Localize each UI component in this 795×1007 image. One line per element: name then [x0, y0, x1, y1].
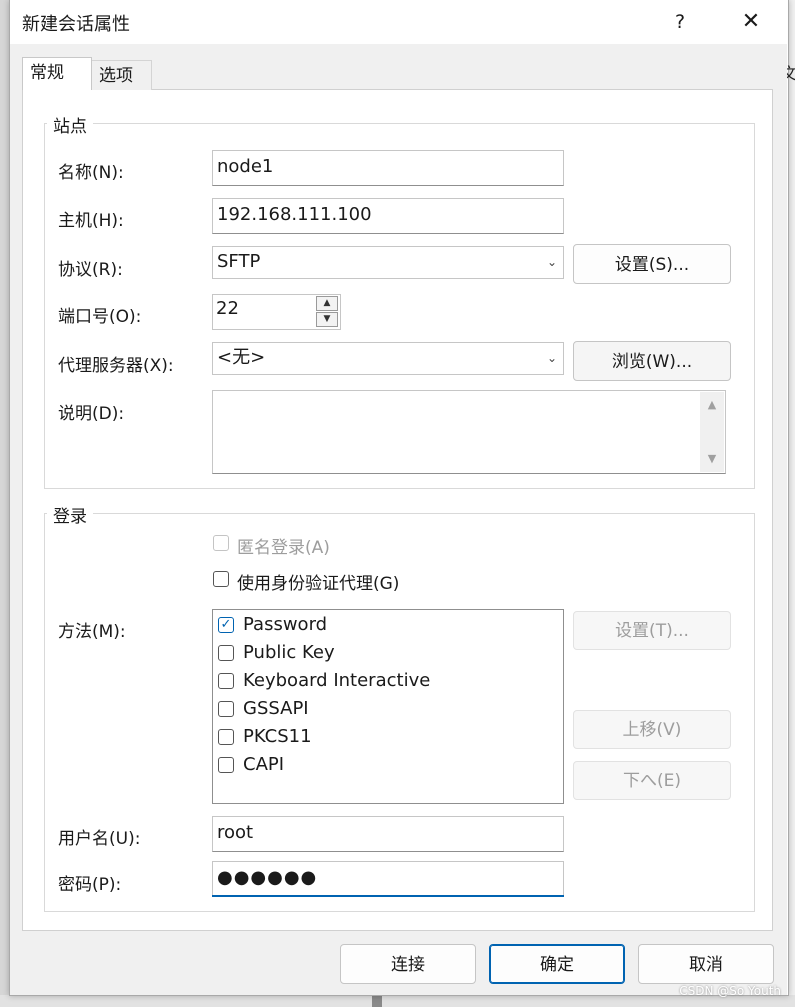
checkmark-icon[interactable]: ✓ — [218, 617, 234, 633]
method-checkbox-public-key[interactable] — [218, 645, 234, 661]
proxy-label: 代理服务器(X): — [58, 356, 174, 376]
anonymous-checkbox[interactable] — [213, 535, 229, 551]
proxy-selected-value: <无> — [217, 347, 266, 368]
move-down-button[interactable]: 下へ(E) — [573, 761, 731, 800]
proxy-select[interactable]: <无> ⌄ — [212, 342, 564, 375]
protocol-select[interactable]: SFTP ⌄ — [212, 246, 564, 279]
login-group-caption: 登录 — [47, 502, 93, 527]
tab-general[interactable]: 常规 — [22, 57, 92, 90]
password-label: 密码(P): — [58, 875, 122, 895]
username-input[interactable]: root — [212, 816, 564, 852]
close-button[interactable]: ✕ — [733, 6, 769, 38]
method-checkbox-capi[interactable] — [218, 757, 234, 773]
move-up-button[interactable]: 上移(V) — [573, 710, 731, 749]
method-checkbox-pkcs11[interactable] — [218, 729, 234, 745]
auth-agent-label: 使用身份验证代理(G) — [237, 574, 400, 594]
description-label: 说明(D): — [58, 404, 125, 424]
dialog-title: 新建会话属性 — [22, 14, 130, 35]
method-item-public-key[interactable]: Public Key — [243, 642, 335, 663]
spin-up-icon[interactable]: ▲ — [316, 296, 338, 311]
browse-button[interactable]: 浏览(W)... — [573, 341, 731, 381]
port-input[interactable]: 22 — [216, 298, 239, 319]
name-label: 名称(N): — [58, 163, 124, 183]
anonymous-label: 匿名登录(A) — [237, 538, 330, 558]
host-input[interactable]: 192.168.111.100 — [212, 198, 564, 234]
auth-agent-checkbox[interactable] — [213, 571, 229, 587]
site-group-caption: 站点 — [47, 112, 93, 137]
chevron-down-icon: ⌄ — [546, 351, 557, 365]
method-checkbox-keyboard-interactive[interactable] — [218, 673, 234, 689]
background-strip — [0, 995, 795, 1007]
port-label: 端口号(O): — [58, 307, 142, 327]
protocol-settings-button[interactable]: 设置(S)... — [573, 244, 731, 284]
help-button[interactable]: ? — [665, 6, 695, 38]
cancel-button[interactable]: 取消 — [638, 944, 774, 984]
method-label: 方法(M): — [58, 622, 126, 642]
protocol-label: 协议(R): — [58, 260, 123, 280]
method-item-password[interactable]: Password — [243, 614, 327, 635]
scroll-up-icon[interactable]: ▲ — [703, 398, 721, 411]
method-item-gssapi[interactable]: GSSAPI — [243, 698, 309, 719]
background-divider — [372, 995, 382, 1007]
scroll-down-icon[interactable]: ▼ — [703, 452, 721, 465]
watermark: CSDN @So Youth — [679, 984, 781, 998]
chevron-down-icon: ⌄ — [546, 255, 557, 269]
username-label: 用户名(U): — [58, 829, 141, 849]
password-focus-indicator — [212, 895, 564, 897]
host-label: 主机(H): — [58, 211, 124, 231]
method-item-pkcs11[interactable]: PKCS11 — [243, 726, 312, 747]
spin-down-icon[interactable]: ▼ — [316, 312, 338, 327]
name-input[interactable]: node1 — [212, 150, 564, 186]
method-checkbox-gssapi[interactable] — [218, 701, 234, 717]
connect-button[interactable]: 连接 — [340, 944, 476, 984]
tab-options[interactable]: 选项 — [91, 60, 152, 90]
method-item-keyboard-interactive[interactable]: Keyboard Interactive — [243, 670, 430, 691]
method-item-capi[interactable]: CAPI — [243, 754, 284, 775]
method-settings-button[interactable]: 设置(T)... — [573, 611, 731, 650]
protocol-selected-value: SFTP — [217, 251, 261, 272]
password-input[interactable]: ●●●●●● — [212, 861, 564, 897]
description-textarea[interactable] — [212, 390, 726, 474]
ok-button[interactable]: 确定 — [489, 944, 625, 984]
